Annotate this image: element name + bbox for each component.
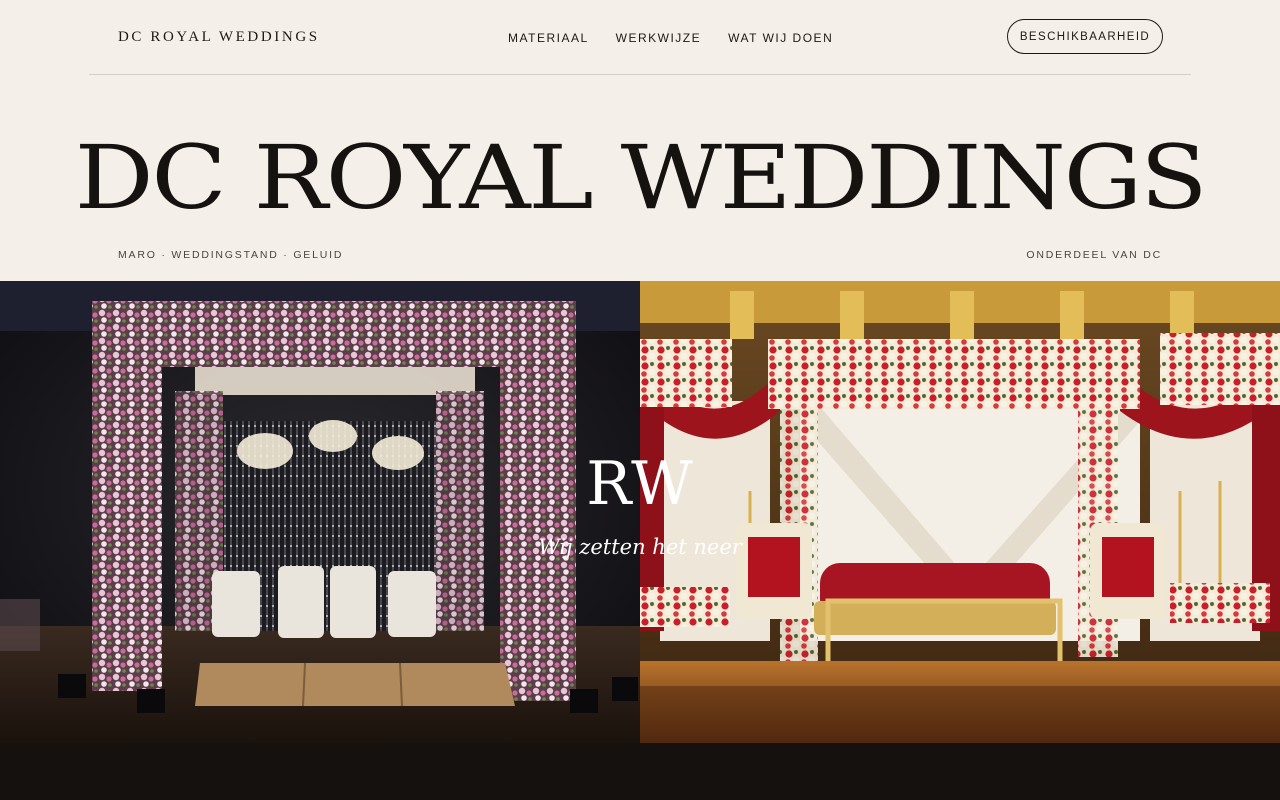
- showcase-gallery: [0, 281, 1280, 743]
- hero-title: DC ROYAL WEDDINGS: [74, 126, 1208, 229]
- nav-link-werkwijze[interactable]: WERKWIJZE: [616, 31, 702, 45]
- nav-link-wat-wij-doen[interactable]: WAT WIJ DOEN: [728, 31, 833, 45]
- top-navigation: DC ROYAL WEDDINGS MATERIAAL WERKWIJZE WA…: [0, 0, 1280, 75]
- parent-company-note: ONDERDEEL VAN DC: [1026, 249, 1162, 261]
- services-tagline: MARO · WEDDINGSTAND · GELUID: [118, 249, 344, 261]
- availability-button[interactable]: BESCHIKBAARHEID: [1007, 19, 1163, 54]
- brand-logo[interactable]: DC ROYAL WEDDINGS: [118, 29, 320, 46]
- wedding-stage-photo: [640, 281, 1280, 743]
- nav-divider: [89, 74, 1191, 75]
- mandap-photo: [0, 281, 640, 743]
- nav-links: MATERIAAL WERKWIJZE WAT WIJ DOEN: [508, 31, 833, 45]
- dark-section: [0, 743, 1280, 800]
- nav-link-materiaal[interactable]: MATERIAAL: [508, 31, 589, 45]
